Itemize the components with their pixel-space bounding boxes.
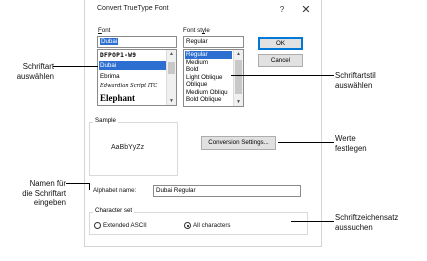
- font-style-list-item[interactable]: Light Oblique: [185, 74, 232, 82]
- font-style-list-item[interactable]: Medium Obliqu: [185, 89, 232, 97]
- font-style-list-item[interactable]: Bold: [185, 66, 232, 74]
- font-list-item-selected[interactable]: Dubai: [99, 61, 166, 70]
- sample-preview-text: AaBbYyZz: [111, 144, 145, 151]
- callout-name-font: Namen für die Schriftart eingeben: [22, 179, 66, 207]
- dialog-title: Convert TrueType Font: [97, 5, 169, 12]
- font-list[interactable]: DFPOP1-W9 Dubai Ebrima Edwardian Script …: [97, 49, 177, 106]
- extended-ascii-radio[interactable]: [94, 222, 101, 229]
- font-list-item[interactable]: Ebrima: [99, 72, 166, 81]
- scroll-thumb[interactable]: [235, 60, 242, 94]
- callout-line-select-charset: [291, 221, 334, 222]
- all-characters-radio[interactable]: [184, 222, 191, 229]
- conversion-settings-button[interactable]: Conversion Settings...: [201, 136, 276, 150]
- scroll-up-arrow-icon[interactable]: ▲: [167, 50, 176, 58]
- callout-select-charset: Schriftzeichensatz aussuchen: [335, 213, 399, 232]
- convert-truetype-font-dialog: Convert TrueType Font ? ✕ Font Dubai DFP…: [84, 0, 322, 247]
- font-style-input[interactable]: Regular: [183, 36, 244, 48]
- help-button[interactable]: ?: [276, 3, 288, 17]
- callout-line-select-style: [231, 75, 334, 76]
- scroll-thumb[interactable]: [168, 62, 175, 74]
- cancel-button[interactable]: Cancel: [258, 54, 303, 67]
- font-style-list-item-selected[interactable]: Regular: [185, 51, 232, 59]
- callout-line-select-font: [53, 66, 98, 67]
- font-style-list-item[interactable]: Bold Oblique: [185, 96, 232, 104]
- close-button[interactable]: ✕: [300, 3, 312, 17]
- all-characters-label[interactable]: All characters: [193, 222, 230, 229]
- font-style-list[interactable]: Regular Medium Bold Light Oblique Obliqu…: [183, 49, 244, 107]
- title-bar: Convert TrueType Font ? ✕: [85, 0, 321, 20]
- font-style-label: Font style: [183, 27, 210, 34]
- ok-button[interactable]: OK: [258, 37, 303, 50]
- callout-line-name-font-tick: [89, 183, 90, 190]
- callout-select-style: Schriftartstil auswählen: [335, 71, 376, 90]
- extended-ascii-label[interactable]: Extended ASCII: [103, 222, 147, 229]
- callout-line-name-font: [66, 183, 89, 184]
- sample-caption: Sample: [93, 117, 118, 124]
- callout-set-values: Werte festlegen: [335, 134, 367, 153]
- scroll-down-arrow-icon[interactable]: ▼: [234, 98, 243, 106]
- font-style-list-scrollbar[interactable]: ▲ ▼: [233, 50, 243, 106]
- font-list-scrollbar[interactable]: ▲ ▼: [166, 50, 176, 105]
- callout-line-set-values: [278, 142, 334, 143]
- font-label: Font: [98, 27, 111, 34]
- callout-select-font: Schriftart auswählen: [16, 62, 54, 81]
- font-style-list-item[interactable]: Medium: [185, 59, 232, 67]
- alphabet-name-label: Alphabet name:: [93, 187, 137, 194]
- scroll-up-arrow-icon[interactable]: ▲: [234, 50, 243, 58]
- font-list-item[interactable]: Edwardian Script ITC: [99, 82, 166, 91]
- scroll-down-arrow-icon[interactable]: ▼: [167, 97, 176, 105]
- character-set-caption: Character set: [93, 207, 135, 214]
- font-input[interactable]: Dubai: [97, 36, 177, 48]
- font-style-list-item[interactable]: Oblique: [185, 81, 232, 89]
- font-list-item[interactable]: DFPOP1-W9: [99, 51, 166, 60]
- alphabet-name-input[interactable]: Dubai Regular: [153, 185, 301, 197]
- font-list-item[interactable]: Elephant: [99, 92, 166, 104]
